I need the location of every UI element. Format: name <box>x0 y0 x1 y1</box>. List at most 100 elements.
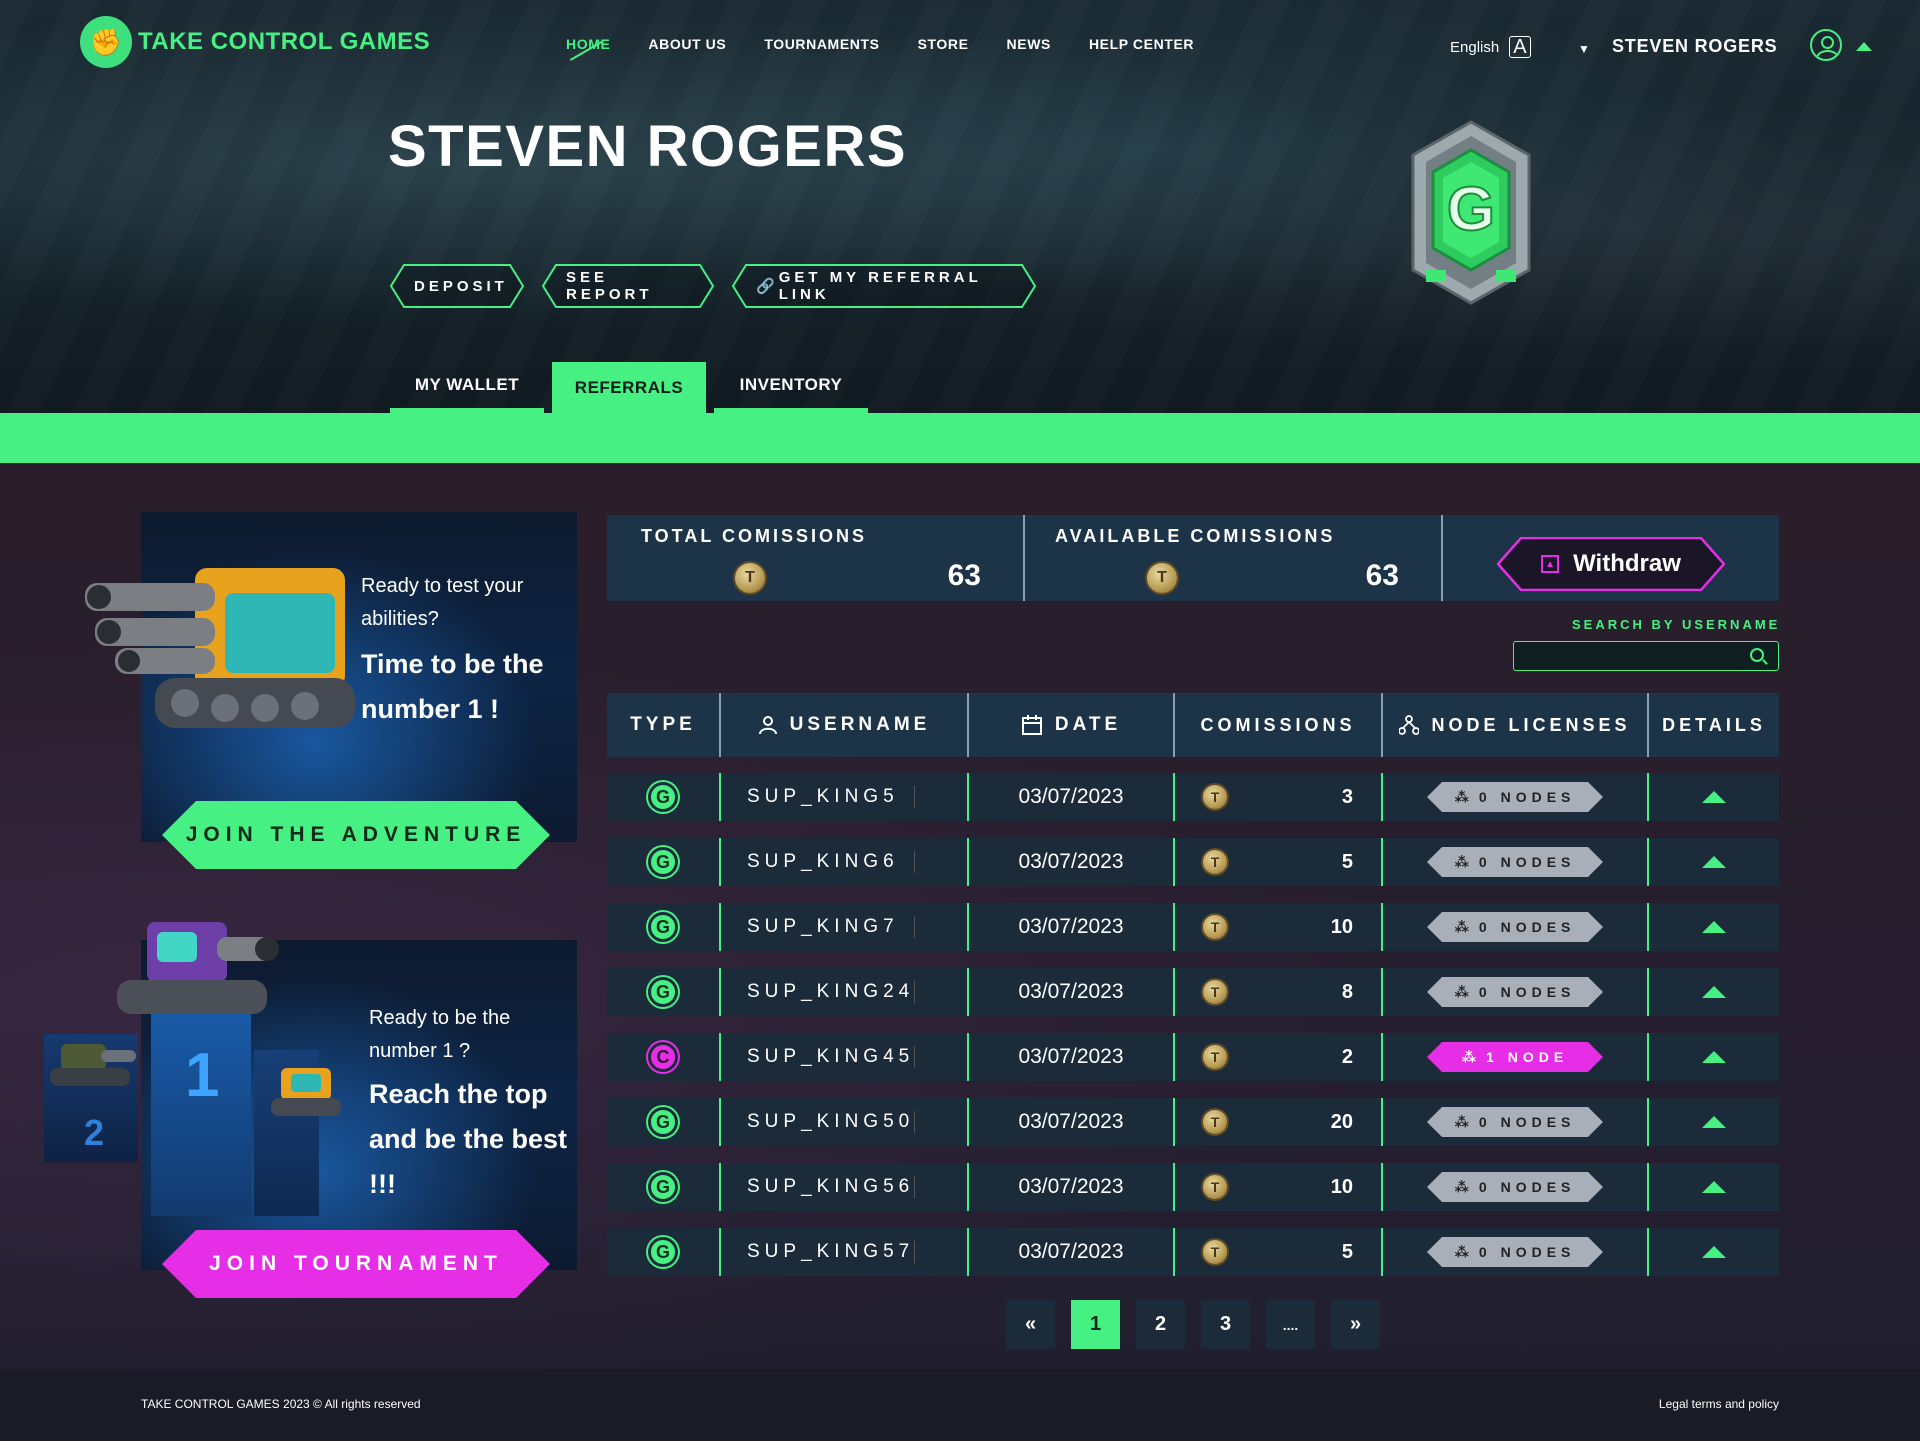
table-row[interactable]: G SUP_KING6 03/07/2023 T 5 ⁂ 0 NODES <box>607 838 1779 886</box>
search-icon[interactable] <box>1750 648 1764 662</box>
table-row[interactable]: G SUP_KING57 03/07/2023 T 5 ⁂ 0 NODES <box>607 1228 1779 1276</box>
details-toggle-icon[interactable] <box>1702 921 1726 933</box>
cell-date: 03/07/2023 <box>969 1033 1175 1081</box>
node-license-pill[interactable]: ⁂ 0 NODES <box>1427 1237 1603 1267</box>
cell-commission: T 20 <box>1175 1098 1383 1146</box>
t-coin-icon: T <box>1145 561 1179 595</box>
cell-details <box>1649 1033 1779 1081</box>
footer-copyright: TAKE CONTROL GAMES 2023 © All rights res… <box>141 1397 421 1411</box>
node-icon: ⁂ <box>1454 788 1469 805</box>
cell-details <box>1649 903 1779 951</box>
rank-letter: G <box>1447 175 1495 244</box>
node-license-pill[interactable]: ⁂ 1 NODE <box>1427 1042 1603 1072</box>
page-2-button[interactable]: 2 <box>1136 1300 1185 1349</box>
cell-type: G <box>607 968 721 1016</box>
cell-divider <box>914 1111 915 1133</box>
page-last-button[interactable]: » <box>1331 1300 1380 1349</box>
footer-legal-link[interactable]: Legal terms and policy <box>1659 1397 1779 1411</box>
logo[interactable]: ✊ TAKE CONTROL GAMES <box>80 16 430 68</box>
join-tournament-button[interactable]: JOIN TOURNAMENT <box>162 1230 550 1298</box>
col-commissions[interactable]: COMISSIONS <box>1175 693 1383 757</box>
cell-divider <box>914 1241 915 1263</box>
nav-home[interactable]: HOME <box>566 36 610 52</box>
withdraw-button[interactable]: ▲ Withdraw <box>1497 537 1725 591</box>
node-license-pill[interactable]: ⁂ 0 NODES <box>1427 1172 1603 1202</box>
details-toggle-icon[interactable] <box>1702 1246 1726 1258</box>
cell-date: 03/07/2023 <box>969 1098 1175 1146</box>
node-license-text: 0 NODES <box>1478 984 1576 1000</box>
language-selector[interactable]: English A <box>1450 36 1531 58</box>
node-icon <box>1399 715 1420 735</box>
hero-banner: ✊ TAKE CONTROL GAMES HOME ABOUT US TOURN… <box>0 0 1920 413</box>
page-title: STEVEN ROGERS <box>388 114 908 179</box>
cell-type: G <box>607 773 721 821</box>
node-icon: ⁂ <box>1454 1113 1469 1130</box>
node-license-text: 1 NODE <box>1486 1049 1569 1065</box>
table-row[interactable]: G SUP_KING5 03/07/2023 T 3 ⁂ 0 NODES <box>607 773 1779 821</box>
col-username-label: USERNAME <box>789 714 931 735</box>
details-toggle-icon[interactable] <box>1702 791 1726 803</box>
node-license-pill[interactable]: ⁂ 0 NODES <box>1427 1107 1603 1137</box>
referral-link-button[interactable]: 🔗 GET MY REFERRAL LINK <box>731 264 1037 308</box>
node-license-pill[interactable]: ⁂ 0 NODES <box>1427 782 1603 812</box>
col-date[interactable]: DATE <box>969 693 1175 757</box>
nav-help-center[interactable]: HELP CENTER <box>1089 36 1194 52</box>
details-toggle-icon[interactable] <box>1702 1181 1726 1193</box>
page-1-button[interactable]: 1 <box>1071 1300 1120 1349</box>
details-toggle-icon[interactable] <box>1702 1116 1726 1128</box>
col-node-licenses[interactable]: NODE LICENSES <box>1383 693 1649 757</box>
tab-my-wallet[interactable]: MY WALLET <box>390 362 544 413</box>
col-type[interactable]: TYPE <box>607 693 721 757</box>
collapse-caret-icon[interactable] <box>1856 42 1872 51</box>
tab-inventory[interactable]: INVENTORY <box>714 362 868 413</box>
date-text: 03/07/2023 <box>1018 1110 1124 1133</box>
user-avatar-icon[interactable] <box>1810 29 1842 61</box>
page-3-button[interactable]: 3 <box>1201 1300 1250 1349</box>
cell-date: 03/07/2023 <box>969 838 1175 886</box>
green-divider-bar <box>0 413 1920 463</box>
t-coin-icon: T <box>1201 1108 1229 1136</box>
cell-commission: T3 <box>1175 773 1383 821</box>
node-license-pill[interactable]: ⁂ 0 NODES <box>1427 977 1603 1007</box>
deposit-button[interactable]: DEPOSIT <box>389 264 525 308</box>
table-row[interactable]: G SUP_KING7 03/07/2023 T 10 ⁂ 0 NODES <box>607 903 1779 951</box>
nav-store[interactable]: STORE <box>918 36 969 52</box>
details-toggle-icon[interactable] <box>1702 1051 1726 1063</box>
details-toggle-icon[interactable] <box>1702 986 1726 998</box>
username-text: SUP_KING7 <box>747 916 899 937</box>
cell-details <box>1649 773 1779 821</box>
table-row[interactable]: G SUP_KING56 03/07/2023 T 10 ⁂ 0 NODES <box>607 1163 1779 1211</box>
cell-username: SUP_KING45 <box>721 1033 969 1081</box>
user-menu-caret-icon[interactable]: ▼ <box>1578 42 1590 56</box>
type-badge-icon: G <box>648 977 678 1007</box>
search-input[interactable] <box>1513 641 1779 671</box>
t-coin-icon: T <box>733 561 767 595</box>
node-license-pill[interactable]: ⁂ 0 NODES <box>1427 912 1603 942</box>
col-commissions-label: COMISSIONS <box>1200 714 1356 735</box>
col-username[interactable]: USERNAME <box>721 693 969 757</box>
details-toggle-icon[interactable] <box>1702 856 1726 868</box>
username-text: SUP_KING57 <box>747 1241 915 1262</box>
join-adventure-button[interactable]: JOIN THE ADVENTURE <box>162 801 550 869</box>
node-license-text: 0 NODES <box>1478 1179 1576 1195</box>
node-icon: ⁂ <box>1454 983 1469 1000</box>
cell-divider <box>914 981 915 1003</box>
table-row[interactable]: G SUP_KING24 03/07/2023 T 8 ⁂ 0 NODES <box>607 968 1779 1016</box>
nav-tournaments[interactable]: TOURNAMENTS <box>764 36 879 52</box>
table-row[interactable]: C SUP_KING45 03/07/2023 T 2 ⁂ 1 NODE <box>607 1033 1779 1081</box>
page-first-button[interactable]: « <box>1006 1300 1055 1349</box>
table-row[interactable]: G SUP_KING50 03/07/2023 T 20 ⁂ 0 NODES <box>607 1098 1779 1146</box>
language-label: English <box>1450 38 1500 56</box>
node-license-pill[interactable]: ⁂ 0 NODES <box>1427 847 1603 877</box>
user-name[interactable]: STEVEN ROGERS <box>1612 36 1777 57</box>
username-text: SUP_KING24 <box>747 981 915 1002</box>
tab-referrals[interactable]: REFERRALS <box>552 362 706 413</box>
nav-news[interactable]: NEWS <box>1007 36 1051 52</box>
col-details[interactable]: DETAILS <box>1649 693 1779 757</box>
page-ellipsis[interactable]: .... <box>1266 1300 1315 1349</box>
cell-username: SUP_KING7 <box>721 903 969 951</box>
see-report-button[interactable]: SEE REPORT <box>541 264 715 308</box>
hero-actions: DEPOSIT SEE REPORT 🔗 GET MY REFERRAL LIN… <box>389 264 1037 308</box>
podium-second-number: 2 <box>84 1112 105 1153</box>
nav-about-us[interactable]: ABOUT US <box>648 36 726 52</box>
